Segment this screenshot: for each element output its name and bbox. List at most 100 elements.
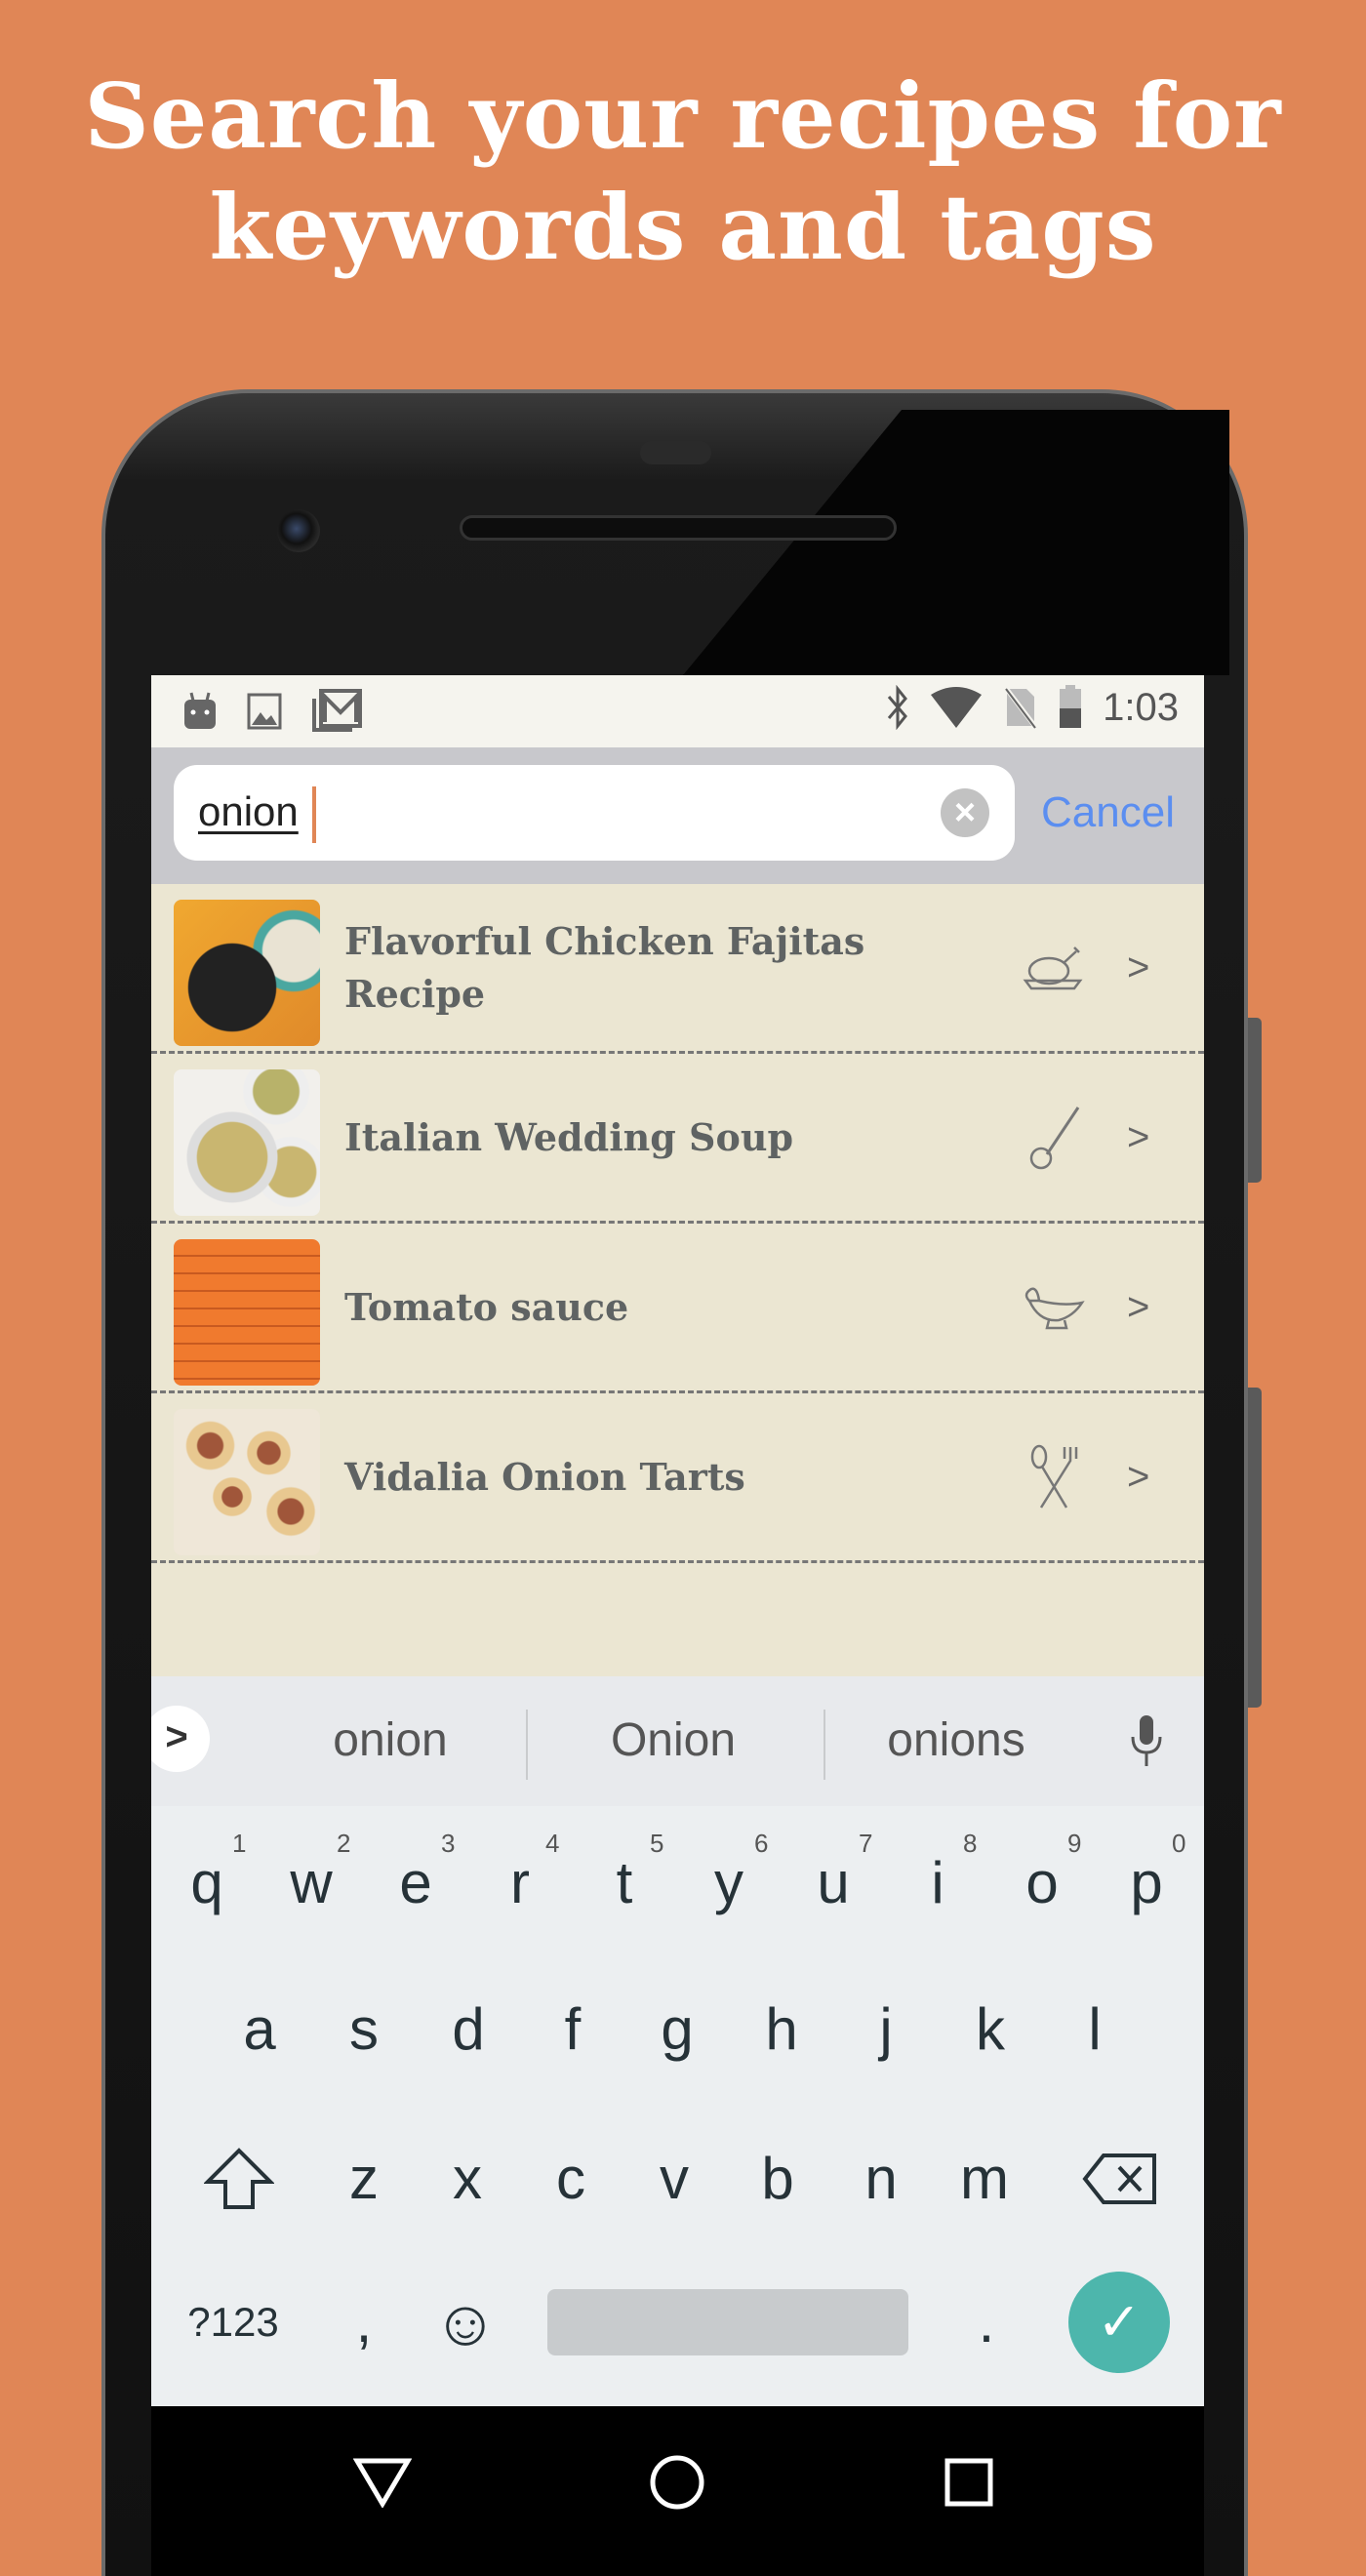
headline-line-2: keywords and tags (209, 175, 1157, 280)
text-cursor (312, 786, 316, 843)
key-hint: 8 (963, 1829, 978, 1858)
clock: 1:03 (1103, 685, 1179, 729)
list-item[interactable]: Italian Wedding Soup > (151, 1054, 1204, 1224)
power-button (1248, 1388, 1262, 1708)
key-l[interactable]: l (1046, 1995, 1144, 2064)
key-m[interactable]: m (936, 2145, 1033, 2213)
recipe-title: Flavorful Chicken Fajitas Recipe (344, 918, 865, 1016)
key-c[interactable]: c (522, 2145, 620, 2213)
spoon-fork-icon (1030, 1444, 1078, 1509)
key-q[interactable]: q (158, 1849, 256, 1917)
key-t[interactable]: t (576, 1849, 673, 1917)
battery-icon (1060, 685, 1082, 728)
key-hint: 6 (754, 1829, 769, 1858)
list-item[interactable]: Flavorful Chicken Fajitas Recipe > (151, 884, 1204, 1054)
home-icon[interactable] (648, 2453, 706, 2512)
chevron-right-icon: > (1127, 1285, 1150, 1328)
headline-line-1: Search your recipes for (84, 63, 1282, 169)
key-hint: 2 (337, 1829, 351, 1858)
suggestion[interactable]: onions (859, 1713, 1054, 1767)
key-hint: 1 (232, 1829, 247, 1858)
recipe-thumbnail (174, 1069, 320, 1216)
volume-button (1248, 1018, 1262, 1183)
list-item[interactable]: Tomato sauce > (151, 1224, 1204, 1393)
cancel-button[interactable]: Cancel (1041, 788, 1175, 837)
clear-icon[interactable]: × (941, 788, 989, 837)
space-key[interactable] (547, 2289, 908, 2355)
shift-icon[interactable] (204, 2147, 274, 2211)
key-hint: 3 (441, 1829, 456, 1858)
search-input[interactable]: onion × (174, 765, 1015, 861)
key-k[interactable]: k (942, 1995, 1039, 2064)
gmail-icon (312, 689, 362, 732)
suggestion[interactable]: onion (293, 1713, 488, 1767)
no-sim-icon (1003, 685, 1039, 730)
recipe-list: Flavorful Chicken Fajitas Recipe > Itali… (151, 884, 1204, 1676)
expand-suggestions-button[interactable]: > (151, 1706, 210, 1772)
emoji-key[interactable]: ☺ (417, 2285, 514, 2359)
divider (526, 1710, 528, 1780)
suggestion[interactable]: Onion (576, 1713, 771, 1767)
key-r[interactable]: r (471, 1849, 569, 1917)
key-s[interactable]: s (315, 1995, 413, 2064)
earpiece-speaker (460, 515, 897, 541)
key-j[interactable]: j (837, 1995, 935, 2064)
key-w[interactable]: w (262, 1849, 360, 1917)
key-g[interactable]: g (628, 1995, 726, 2064)
search-bar: onion × Cancel (151, 747, 1204, 884)
search-input-value: onion (198, 788, 299, 834)
key-x[interactable]: x (419, 2145, 516, 2213)
period-key[interactable]: . (938, 2288, 1035, 2356)
recents-icon[interactable] (944, 2457, 994, 2508)
microphone-icon[interactable] (1127, 1713, 1166, 1770)
key-i[interactable]: i (889, 1849, 986, 1917)
key-b[interactable]: b (729, 2145, 826, 2213)
recipe-title: Vidalia Onion Tarts (344, 1454, 745, 1499)
key-hint: 9 (1067, 1829, 1082, 1858)
sensor-slot (640, 441, 711, 464)
recipe-thumbnail (174, 1239, 320, 1386)
headline: Search your recipes for keywords and tag… (0, 60, 1366, 283)
key-n[interactable]: n (832, 2145, 930, 2213)
key-y[interactable]: y (680, 1849, 778, 1917)
key-p[interactable]: p (1098, 1849, 1195, 1917)
image-icon (247, 693, 282, 730)
recipe-title: Italian Wedding Soup (344, 1114, 794, 1159)
screen: 1:03 onion × Cancel Flavorful Chicken Fa… (151, 675, 1204, 2576)
chevron-right-icon: > (1127, 946, 1150, 988)
enter-key[interactable]: ✓ (1068, 2272, 1170, 2373)
key-d[interactable]: d (420, 1995, 517, 2064)
recipe-thumbnail (174, 900, 320, 1046)
key-o[interactable]: o (993, 1849, 1091, 1917)
roast-chicken-icon (1023, 946, 1083, 989)
symbols-key[interactable]: ?123 (165, 2299, 301, 2346)
gravy-boat-icon (1024, 1287, 1085, 1329)
navigation-bar (151, 2406, 1204, 2576)
key-hint: 5 (650, 1829, 664, 1858)
bluetooth-icon (887, 685, 908, 730)
android-icon (184, 692, 216, 729)
key-hint: 4 (545, 1829, 560, 1858)
key-u[interactable]: u (784, 1849, 882, 1917)
status-bar: 1:03 (151, 675, 1204, 747)
divider (824, 1710, 825, 1780)
suggestion-strip: > onion Onion onions (151, 1676, 1204, 1806)
key-v[interactable]: v (625, 2145, 723, 2213)
key-hint: 7 (859, 1829, 873, 1858)
key-e[interactable]: e (367, 1849, 464, 1917)
chevron-right-icon: > (1127, 1115, 1150, 1158)
backspace-icon[interactable] (1082, 2152, 1158, 2206)
keyboard: > onion Onion onions q1w2e3r4t5y6u7i8o9p… (151, 1676, 1204, 2406)
list-item[interactable]: Vidalia Onion Tarts > (151, 1393, 1204, 1563)
chevron-right-icon: > (1127, 1455, 1150, 1498)
ladle-icon (1029, 1106, 1080, 1169)
key-z[interactable]: z (315, 2145, 413, 2213)
comma-key[interactable]: , (315, 2288, 413, 2356)
key-f[interactable]: f (524, 1995, 622, 2064)
recipe-thumbnail (174, 1409, 320, 1555)
back-icon[interactable] (353, 2457, 412, 2508)
wifi-icon (931, 687, 983, 728)
recipe-title: Tomato sauce (344, 1284, 629, 1329)
key-h[interactable]: h (733, 1995, 830, 2064)
key-a[interactable]: a (211, 1995, 308, 2064)
